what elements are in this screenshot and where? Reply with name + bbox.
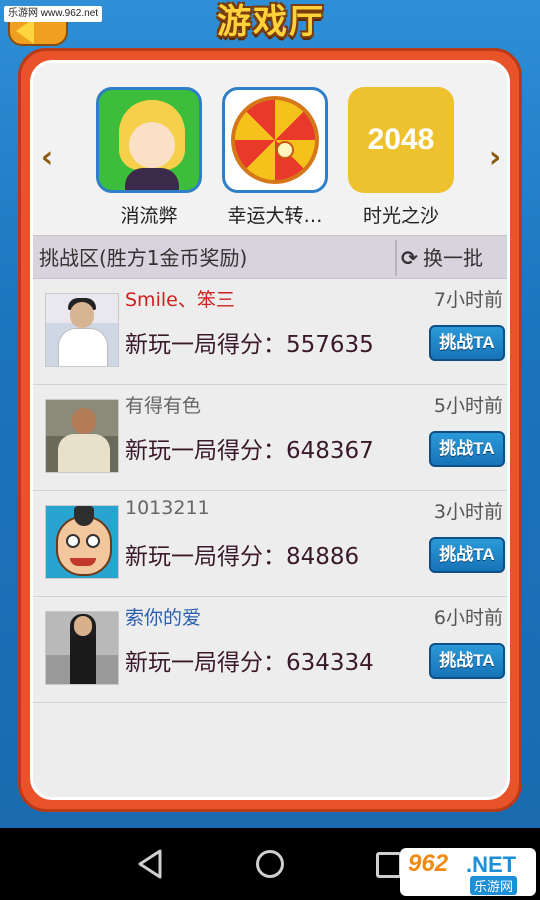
top-bar: 乐游网 www.962.net 游戏厅: [0, 0, 540, 50]
game-item[interactable]: 幸运大转…: [215, 87, 335, 237]
challenge-header: 挑战区(胜方1金币奖励) ⟳ 换一批: [33, 235, 507, 280]
refresh-button[interactable]: ⟳ 换一批: [401, 236, 507, 280]
watermark-logo: 962 .NET 乐游网: [400, 848, 536, 896]
list-item: 1013211 3小时前 新玩一局得分：84886 挑战TA: [33, 491, 507, 597]
watermark-cn: 乐游网: [470, 876, 518, 895]
list-item: 有得有色 5小时前 新玩一局得分：648367 挑战TA: [33, 385, 507, 491]
game-name: 时光之沙: [362, 205, 439, 227]
username: 1013211: [125, 497, 210, 519]
nav-home-icon[interactable]: [256, 850, 284, 878]
score-text: 新玩一局得分：84886: [125, 544, 360, 570]
games-carousel: ‹ 消流弊 幸运大转… 2048 时光之沙 ›: [33, 63, 507, 237]
list-item: Smile、笨三 7小时前 新玩一局得分：557635 挑战TA: [33, 279, 507, 385]
watermark-net: .NET: [466, 852, 517, 877]
username: 索你的爱: [125, 607, 202, 629]
watermark-top: 乐游网 www.962.net: [4, 6, 103, 22]
challenge-button[interactable]: 挑战TA: [429, 431, 505, 467]
score-text: 新玩一局得分：634334: [125, 650, 374, 676]
page-title: 游戏厅: [217, 2, 325, 42]
challenge-button[interactable]: 挑战TA: [429, 537, 505, 573]
avatar[interactable]: [45, 611, 119, 685]
refresh-icon: ⟳: [401, 246, 418, 270]
carousel-next-icon[interactable]: ›: [485, 143, 505, 173]
challenge-button[interactable]: 挑战TA: [429, 643, 505, 679]
game-icon-text: 2048: [367, 123, 435, 156]
avatar[interactable]: [45, 399, 119, 473]
cartoon-girl-icon: [96, 87, 202, 193]
challenge-button[interactable]: 挑战TA: [429, 325, 505, 361]
lucky-wheel-icon: [222, 87, 328, 193]
score-text: 新玩一局得分：557635: [125, 332, 374, 358]
challenge-title: 挑战区(胜方1金币奖励): [39, 246, 248, 270]
timestamp: 7小时前: [433, 289, 503, 311]
timestamp: 6小时前: [433, 607, 503, 629]
refresh-label: 换一批: [423, 246, 483, 270]
watermark-number: 962: [408, 850, 449, 877]
game-item[interactable]: 2048 时光之沙: [341, 87, 461, 237]
back-button[interactable]: [8, 18, 68, 46]
challenge-list: Smile、笨三 7小时前 新玩一局得分：557635 挑战TA 有得有色 5小…: [33, 279, 507, 703]
timestamp: 5小时前: [433, 395, 503, 417]
nav-back-icon[interactable]: [136, 848, 166, 880]
game-name: 幸运大转…: [227, 205, 323, 227]
content-panel: ‹ 消流弊 幸运大转… 2048 时光之沙 › 挑战区(胜方1金币奖励) ⟳ 换…: [30, 60, 510, 800]
avatar[interactable]: [45, 505, 119, 579]
2048-tile-icon: 2048: [348, 87, 454, 193]
divider: [395, 240, 397, 276]
game-name: 消流弊: [120, 205, 178, 227]
game-item[interactable]: 消流弊: [89, 87, 209, 237]
avatar[interactable]: [45, 293, 119, 367]
nav-recent-icon[interactable]: [376, 852, 402, 878]
username: 有得有色: [125, 395, 202, 417]
score-text: 新玩一局得分：648367: [125, 438, 374, 464]
timestamp: 3小时前: [433, 501, 503, 523]
carousel-prev-icon[interactable]: ‹: [37, 143, 57, 173]
list-item: 索你的爱 6小时前 新玩一局得分：634334 挑战TA: [33, 597, 507, 703]
username: Smile、笨三: [125, 289, 235, 311]
